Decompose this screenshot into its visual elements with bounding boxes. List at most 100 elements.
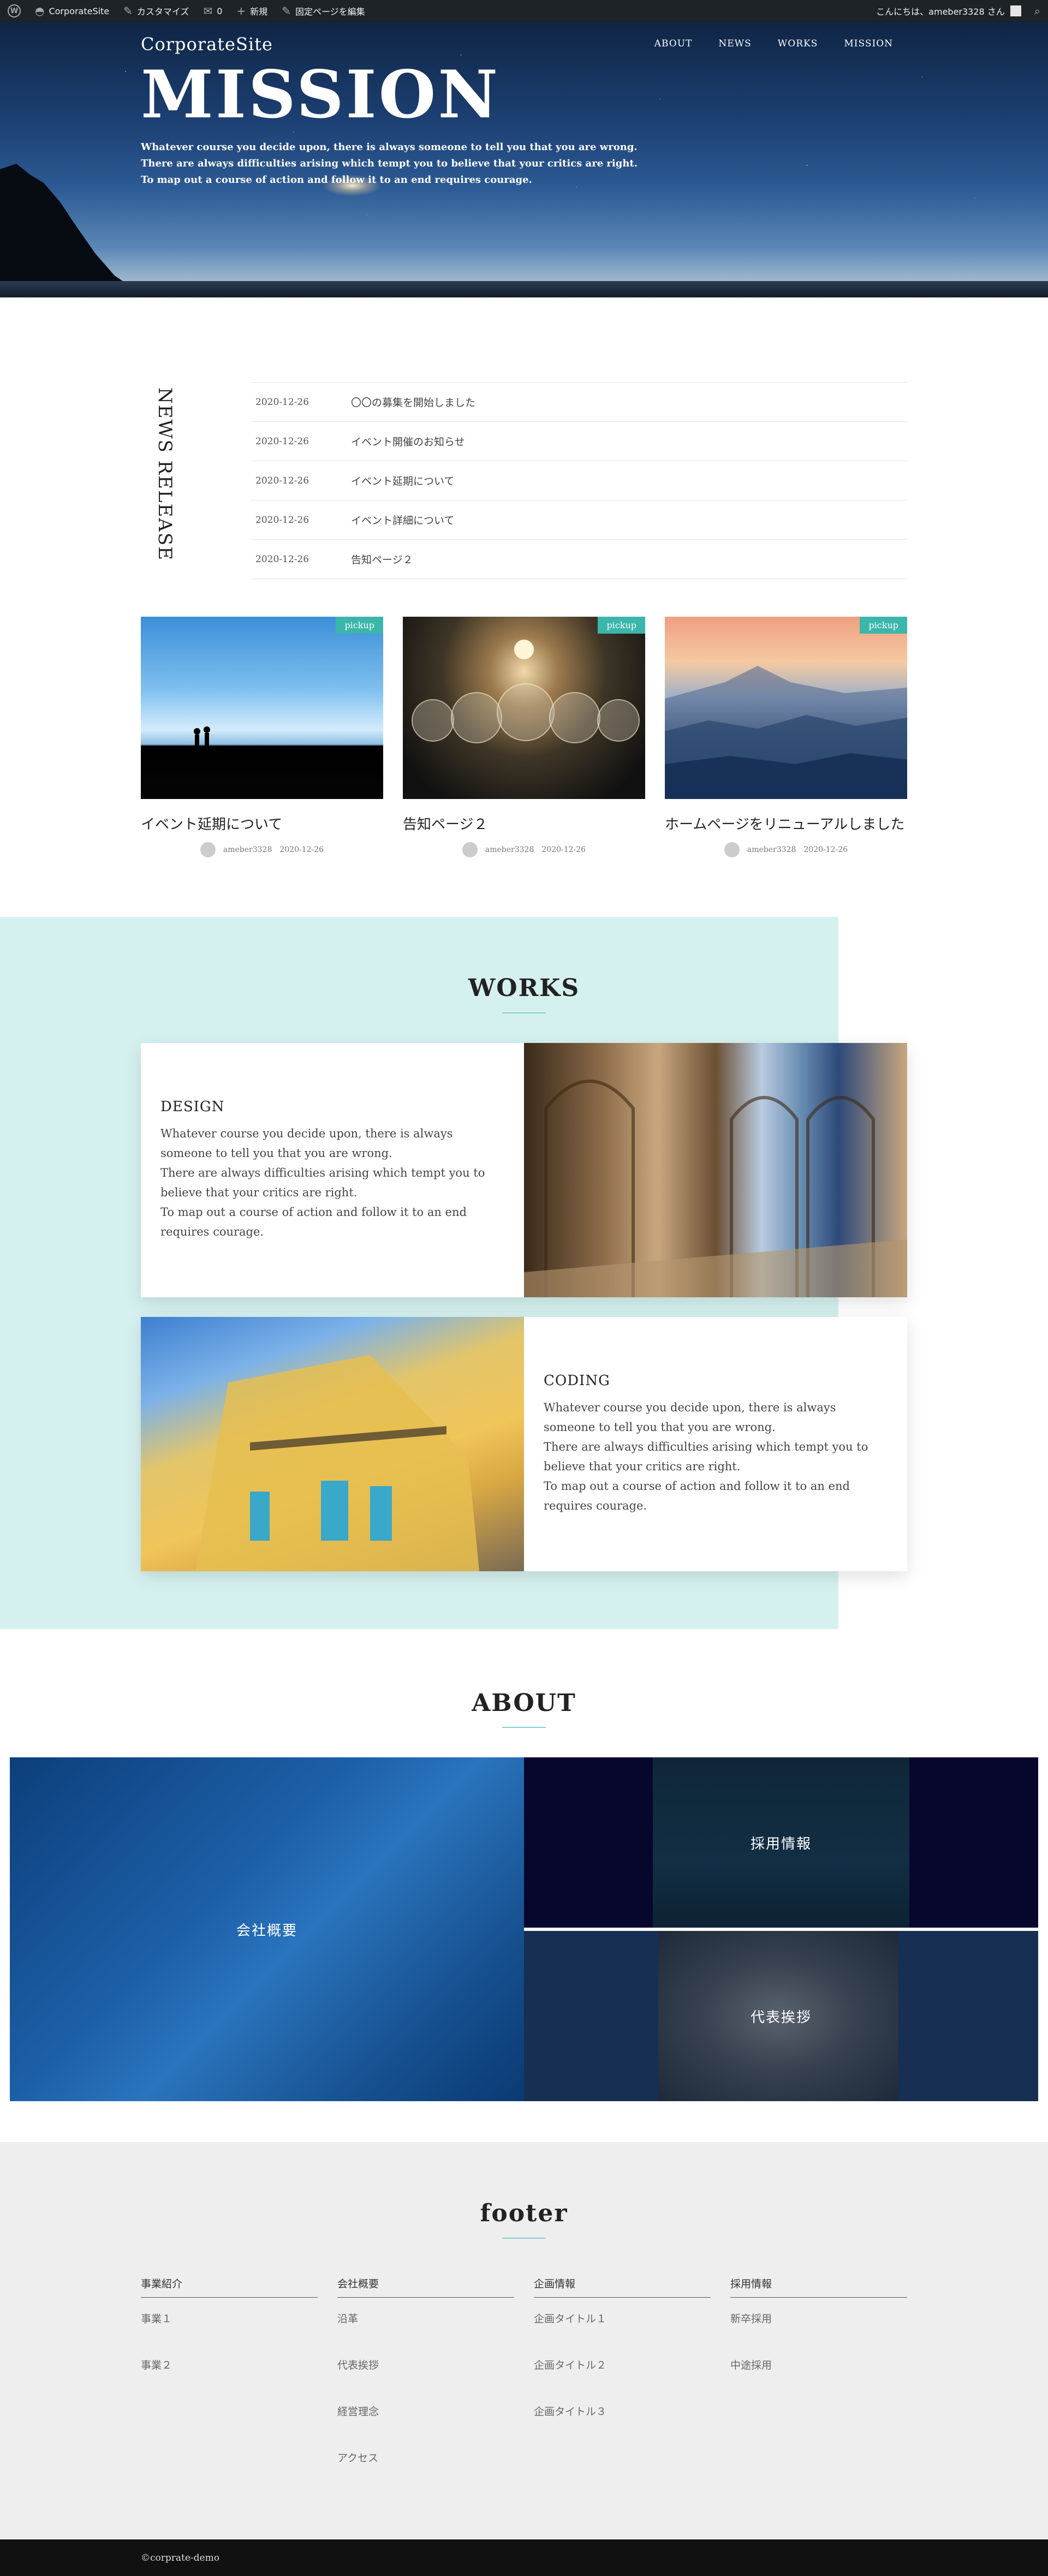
news-title: イベント詳細について: [351, 515, 455, 527]
footer-link[interactable]: 事業２: [141, 2357, 318, 2404]
admin-customize-label: カスタマイズ: [136, 7, 189, 17]
dashboard-icon: ◓: [35, 4, 45, 17]
footer-link[interactable]: アクセス: [337, 2450, 514, 2496]
admin-customize-link[interactable]: ✎ カスタマイズ: [123, 4, 189, 17]
footer-link[interactable]: 企画タイトル２: [534, 2357, 711, 2404]
about-tile-greeting[interactable]: 代表挨拶: [524, 1931, 1038, 2101]
footer-columns: 事業紹介 事業１ 事業２ 会社概要 沿革 代表挨拶 経営理念 アクセス 企画情報…: [141, 2276, 907, 2496]
about-grid: 会社概要 採用情報 代表挨拶: [10, 1757, 1038, 2101]
nav-news[interactable]: NEWS: [718, 38, 751, 49]
admin-site-link[interactable]: ◓ CorporateSite: [35, 5, 109, 16]
footer-link[interactable]: 沿革: [337, 2311, 514, 2357]
about-tile-company[interactable]: 会社概要: [10, 1757, 524, 2101]
news-item[interactable]: 2020-12-26 告知ページ２: [251, 540, 907, 579]
pickup-card[interactable]: pickup イベント延期について ameber3328 2020-12-26: [141, 617, 383, 857]
admin-comments-link[interactable]: ✉ 0: [203, 5, 222, 16]
works-text: CODING Whatever course you decide upon, …: [524, 1317, 907, 1571]
footer-column-heading: 企画情報: [534, 2276, 711, 2298]
site-title[interactable]: CorporateSite: [141, 34, 273, 55]
search-icon[interactable]: ⌕: [1034, 5, 1040, 16]
news-item[interactable]: 2020-12-26 イベント詳細について: [251, 500, 907, 540]
works-body-line: There are always difficulties arising wh…: [544, 1440, 868, 1453]
plus-icon: +: [236, 4, 246, 17]
footer-column: 企画情報 企画タイトル１ 企画タイトル２ 企画タイトル３: [534, 2276, 711, 2496]
news-date: 2020-12-26: [255, 436, 309, 447]
nav-works[interactable]: WORKS: [778, 38, 818, 49]
pencil-icon: ✎: [282, 4, 291, 17]
admin-avatar[interactable]: [1010, 5, 1021, 16]
news-date: 2020-12-26: [255, 475, 309, 486]
about-tile-recruit[interactable]: 採用情報: [524, 1757, 1038, 1928]
pickup-cards: pickup イベント延期について ameber3328 2020-12-26 p…: [141, 617, 907, 857]
author-avatar: [724, 842, 740, 857]
works-body-line: Whatever course you decide upon, there i…: [160, 1127, 453, 1140]
wordpress-logo[interactable]: W: [8, 4, 21, 17]
card-title[interactable]: ホームページをリニューアルしました: [665, 813, 907, 833]
yellow-building-image: [141, 1317, 524, 1571]
pickup-card[interactable]: pickup 告知ページ２ ameber3328 2020-12-26: [403, 617, 645, 857]
cloister-arches-graphic: [524, 1080, 907, 1297]
works-card-design[interactable]: DESIGN Whatever course you decide upon, …: [141, 1043, 907, 1297]
news-list: 2020-12-26 〇〇の募集を開始しました 2020-12-26 イベント開催の…: [251, 382, 907, 579]
card-title[interactable]: 告知ページ２: [403, 813, 645, 833]
footer-link[interactable]: 新卒採用: [730, 2311, 907, 2357]
works-body-line: requires courage.: [160, 1225, 264, 1238]
news-date: 2020-12-26: [255, 514, 309, 526]
admin-bar: W ◓ CorporateSite ✎ カスタマイズ ✉ 0 + 新規 ✎ 固定ページを編…: [0, 0, 1048, 22]
card-thumbnail-crystal-balls[interactable]: pickup: [403, 617, 645, 799]
misty-mountains-image: [665, 666, 907, 799]
admin-edit-link[interactable]: ✎ 固定ページを編集: [282, 4, 365, 17]
hero-lead-line: There are always difficulties arising wh…: [141, 158, 638, 169]
works-card-coding[interactable]: CODING Whatever course you decide upon, …: [141, 1317, 907, 1571]
card-thumbnail-mountains[interactable]: pickup: [665, 617, 907, 799]
news-title: 告知ページ２: [351, 554, 413, 566]
works-title: WORKS: [468, 974, 580, 1002]
admin-new-link[interactable]: + 新規: [236, 4, 267, 17]
nav-mission[interactable]: MISSION: [844, 38, 893, 49]
global-nav: ABOUT NEWS WORKS MISSION: [654, 38, 893, 49]
works-body: Whatever course you decide upon, there i…: [160, 1124, 504, 1242]
about-title: ABOUT: [472, 1689, 576, 1717]
news-item[interactable]: 2020-12-26 イベント延期について: [251, 461, 907, 500]
wordpress-icon: W: [8, 4, 21, 17]
footer-link[interactable]: 企画タイトル３: [534, 2404, 711, 2450]
works-text: DESIGN Whatever course you decide upon, …: [141, 1043, 524, 1297]
card-meta: ameber3328 2020-12-26: [141, 842, 383, 857]
card-author: ameber3328: [485, 845, 534, 854]
card-thumbnail-silhouette[interactable]: pickup: [141, 617, 383, 799]
about-recruit-label: 採用情報: [750, 1835, 812, 1852]
news-item[interactable]: 2020-12-26 〇〇の募集を開始しました: [251, 383, 907, 422]
footer-link[interactable]: 中途採用: [730, 2357, 907, 2404]
admin-edit-label: 固定ページを編集: [295, 7, 365, 17]
footer-link[interactable]: 経営理念: [337, 2404, 514, 2450]
works-body-line: To map out a course of action and follow…: [544, 1480, 850, 1493]
footer-link[interactable]: 代表挨拶: [337, 2357, 514, 2404]
news-title: 〇〇の募集を開始しました: [351, 397, 476, 409]
footer-link[interactable]: 事業１: [141, 2311, 318, 2357]
about-greeting-label: 代表挨拶: [750, 2009, 812, 2026]
admin-greeting[interactable]: こんにちは、ameber3328 さん: [876, 4, 1005, 17]
admin-comments-count: 0: [217, 5, 223, 16]
footer-column: 採用情報 新卒採用 中途採用: [730, 2276, 907, 2496]
copyright-text: ©corprate-demo: [141, 2552, 219, 2563]
footer-title-underline: [502, 2238, 546, 2239]
footer-column-heading: 会社概要: [337, 2276, 514, 2298]
works-body-line: Whatever course you decide upon, there i…: [544, 1401, 836, 1414]
nav-about[interactable]: ABOUT: [654, 38, 693, 49]
works-body-line: someone to tell you that you are wrong.: [160, 1147, 392, 1160]
crystal-balls-image: [412, 640, 640, 743]
comment-icon: ✉: [203, 4, 213, 17]
hero-lead: Whatever course you decide upon, there i…: [141, 139, 638, 188]
footer-column-heading: 事業紹介: [141, 2276, 318, 2298]
card-title[interactable]: イベント延期について: [141, 813, 383, 833]
news-title: イベント開催のお知らせ: [351, 436, 465, 448]
card-author: ameber3328: [747, 845, 796, 854]
hero-lead-line: To map out a course of action and follow…: [141, 174, 532, 186]
card-date: 2020-12-26: [541, 845, 586, 854]
news-item[interactable]: 2020-12-26 イベント開催のお知らせ: [251, 422, 907, 461]
footer-title: footer: [480, 2199, 568, 2227]
footer-link[interactable]: 企画タイトル１: [534, 2311, 711, 2357]
author-avatar: [200, 842, 216, 857]
brush-icon: ✎: [123, 4, 133, 17]
pickup-card[interactable]: pickup ホームページをリニューアルしました ameber3328 2020-…: [665, 617, 907, 857]
